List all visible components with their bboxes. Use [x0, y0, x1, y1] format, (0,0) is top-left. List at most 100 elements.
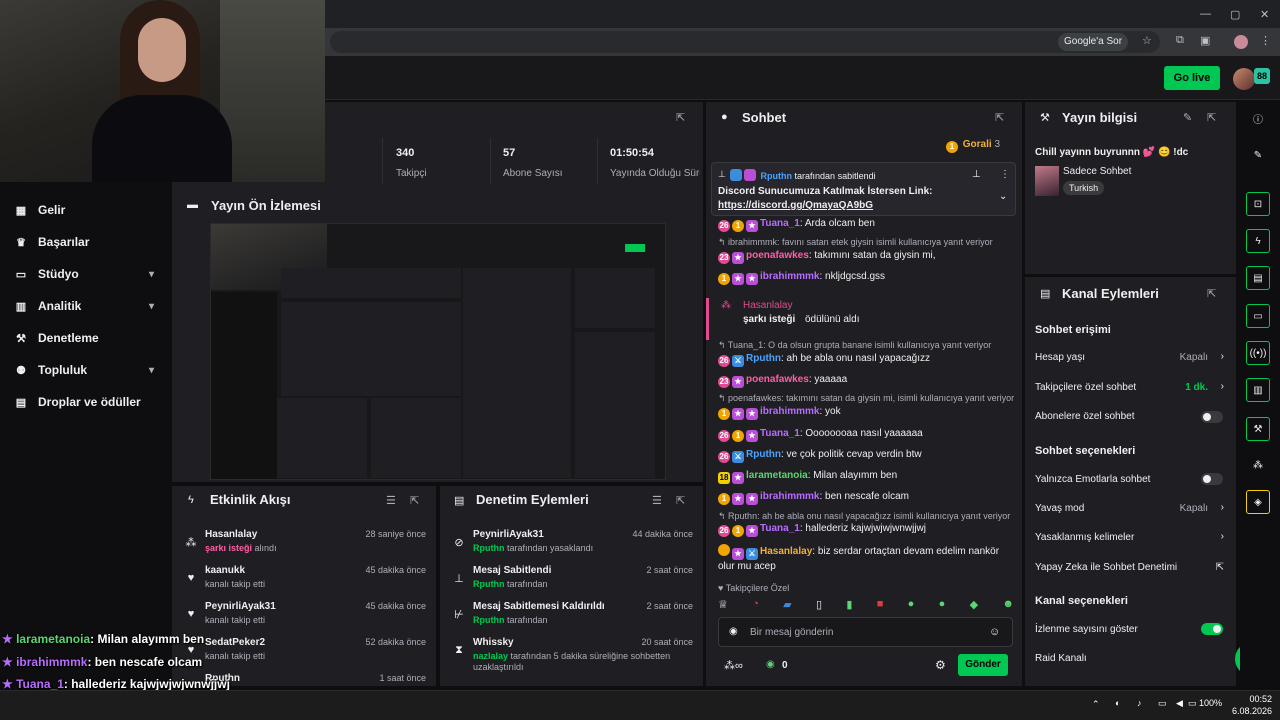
emote-car-icon[interactable]: ▰: [783, 598, 791, 612]
chat-username[interactable]: Tuana_1: [760, 428, 800, 439]
row-ai-mod[interactable]: Yapay Zeka ile Sohbet Denetimi ⇱: [1035, 562, 1226, 573]
puzzle-icon[interactable]: ▣: [1200, 34, 1210, 47]
channel-points-icon[interactable]: ⁂: [1246, 453, 1270, 477]
row-followers-only[interactable]: Takipçilere özel sohbet 1 dk. ›: [1035, 381, 1226, 393]
battery-indicator[interactable]: ▭ 100%: [1188, 698, 1222, 709]
chat-message[interactable]: 23 ★ poenafawkes: takımını satan da giysin…: [718, 249, 1014, 264]
popout-icon[interactable]: ⇱: [1207, 111, 1216, 124]
emote-crown-icon[interactable]: ♕: [718, 598, 728, 612]
popout-icon[interactable]: ⇱: [410, 494, 419, 507]
show-viewers-toggle[interactable]: [1201, 623, 1223, 635]
chat-username[interactable]: Tuana_1: [760, 523, 800, 534]
list-item[interactable]: ⧗ Whissky nazlalay tarafından 5 dakika s…: [440, 637, 703, 683]
filter-icon[interactable]: ☰: [386, 494, 396, 507]
category-name[interactable]: Sadece Sohbet: [1063, 166, 1131, 177]
popout-icon[interactable]: ⇱: [676, 494, 685, 507]
send-button[interactable]: Gönder: [958, 654, 1008, 676]
sidebar-item-analitik[interactable]: ▥ Analitik ▾: [14, 295, 164, 317]
diamond-icon[interactable]: ◈: [1246, 490, 1270, 514]
channel-points-icon[interactable]: ⁂∞: [724, 659, 743, 672]
list-item[interactable]: ♥ SedatPeker2 kanalı takip etti 52 dakik…: [172, 637, 436, 673]
minimize-icon[interactable]: —: [1200, 8, 1211, 20]
unpin-icon[interactable]: ⊥: [972, 169, 981, 180]
go-live-button[interactable]: Go live: [1164, 66, 1220, 90]
channel-points-redemption[interactable]: ⁂ Hasanlalay şarkı isteği ödülünü aldı: [706, 298, 1018, 340]
broadcast-icon[interactable]: ((•)): [1246, 341, 1270, 365]
chat-username[interactable]: Rputhn: [746, 353, 781, 364]
sidebar-item-studyo[interactable]: ▭ Stüdyo ▾: [14, 263, 164, 285]
system-clock[interactable]: 00:52 6.08.2026: [1232, 693, 1272, 717]
chat-message[interactable]: 26 1 ★ Tuana_1: Arda olcam ben: [718, 217, 1014, 232]
emote-bubble-icon[interactable]: ●: [939, 598, 946, 612]
chat-message[interactable]: 23 ★ poenafawkes: yaaaaa: [718, 373, 1014, 388]
info-icon[interactable]: ⓘ: [1246, 106, 1270, 130]
row-banned-words[interactable]: Yasaklanmış kelimeler ›: [1035, 531, 1226, 543]
sidebar-item-basarilar[interactable]: ♛ Başarılar: [14, 231, 164, 253]
volume-icon[interactable]: ◀: [1176, 698, 1183, 709]
extension-icon[interactable]: ⧉: [1176, 34, 1184, 47]
maximize-icon[interactable]: ▢: [1230, 8, 1240, 21]
emote-cup-icon[interactable]: ▮: [846, 598, 852, 612]
chat-bubble-icon[interactable]: ▭: [1246, 304, 1270, 328]
gear-icon[interactable]: ⚙: [935, 658, 946, 672]
edit-icon[interactable]: ✎: [1183, 111, 1192, 124]
row-slow-mode[interactable]: Yavaş mod Kapalı ›: [1035, 502, 1226, 514]
chevron-down-icon[interactable]: ⌄: [999, 191, 1007, 202]
more-options-icon[interactable]: ⋮: [1000, 169, 1010, 180]
chat-input[interactable]: ◉ Bir mesaj gönderin ☺: [718, 617, 1013, 647]
chat-message[interactable]: 1 ★ ★ ibrahimmmk: nkljdgcsd.gss: [718, 270, 1014, 285]
row-show-viewers[interactable]: İzlenme sayısını göster: [1035, 624, 1226, 635]
list-item[interactable]: ♥ PeynirliAyak31 kanalı takip etti 45 da…: [172, 601, 436, 637]
chevron-up-icon[interactable]: ⌃: [1092, 699, 1100, 710]
emote-gem-icon[interactable]: ◆: [970, 598, 978, 612]
chat-username[interactable]: larametanoia: [746, 470, 808, 481]
gorali-leaderboard[interactable]: 1 Gorali 3: [946, 139, 1000, 153]
sidebar-item-gelir[interactable]: ▦ Gelir: [14, 199, 164, 221]
close-window-icon[interactable]: ✕: [1260, 8, 1269, 21]
sidebar-item-denetleme[interactable]: ⚒ Denetleme: [14, 327, 164, 349]
pencil-icon[interactable]: ✎: [1246, 143, 1270, 167]
bookmark-star-icon[interactable]: ☆: [1142, 34, 1152, 47]
emote-only-toggle[interactable]: [1201, 473, 1223, 485]
chat-username[interactable]: ibrahimmmk: [760, 406, 819, 417]
chat-username[interactable]: Hasanlalay: [760, 546, 812, 557]
lightning-icon[interactable]: ϟ: [1246, 229, 1270, 253]
pinned-link[interactable]: https://discord.gg/QmayaQA9bG: [718, 200, 873, 211]
menu-kebab-icon[interactable]: ⋮: [1260, 34, 1271, 47]
emote-face-icon[interactable]: ☻: [1002, 598, 1014, 612]
chat-message[interactable]: 18 ★ larametanoia: Milan alayımm ben: [718, 469, 1014, 484]
chat-message[interactable]: 26 ⚔ Rputhn: ve çok politik cevap verdin b…: [718, 448, 1014, 463]
chat-message[interactable]: 26 ⚔ Rputhn: ah be abla onu nasıl yapacağı…: [718, 352, 1014, 367]
list-item[interactable]: ♥ kaanukk kanalı takip etti 45 dakika ön…: [172, 565, 436, 601]
list-item[interactable]: ⊥ Mesaj Sabitlendi Rputhn tarafından 2 s…: [440, 565, 703, 601]
filter-icon[interactable]: ☰: [652, 494, 662, 507]
google-ask-button[interactable]: Google'a Sor: [1058, 33, 1129, 51]
popout-icon[interactable]: ⇱: [995, 111, 1004, 124]
list-item[interactable]: ⊘ PeynirliAyak31 Rputhn tarafından yasak…: [440, 529, 703, 565]
chat-message[interactable]: 1 ★ ★ ibrahimmmk: yok: [718, 405, 1014, 420]
card-icon[interactable]: ▥: [1246, 378, 1270, 402]
bits-icon[interactable]: ◉: [729, 626, 738, 637]
chat-message[interactable]: ★ ⚔ Hasanlalay: biz serdar ortaçtan devam …: [718, 544, 1014, 574]
avatar[interactable]: [1233, 68, 1255, 90]
sidebar-item-droplar[interactable]: ▤ Droplar ve ödüller: [14, 391, 164, 413]
popout-icon[interactable]: ⇱: [676, 111, 685, 124]
chat-message[interactable]: 26 1 ★ Tuana_1: hallederiz kajwjwjwjwnwjjwj: [718, 522, 1014, 537]
row-emote-only[interactable]: Yalnızca Emotlarla sohbet: [1035, 474, 1226, 485]
chat-username[interactable]: ibrahimmmk: [760, 491, 819, 502]
pinned-message[interactable]: ⊥ Rputhn tarafından sabitlendi ⊥ ⋮ Disco…: [711, 162, 1016, 216]
row-raid[interactable]: Raid Kanalı: [1035, 653, 1226, 664]
chat-username[interactable]: ibrahimmmk: [760, 271, 819, 282]
chat-username[interactable]: Rputhn: [746, 449, 781, 460]
document-icon[interactable]: ▤: [1246, 266, 1270, 290]
wifi-icon[interactable]: ▭: [1158, 698, 1167, 709]
address-bar[interactable]: [330, 31, 1160, 53]
chat-username[interactable]: poenafawkes: [746, 250, 809, 261]
list-item[interactable]: ⁂ Hasanlalay şarkı isteği alındı 28 sani…: [172, 529, 436, 565]
subs-only-toggle[interactable]: [1201, 411, 1223, 423]
tag-pill[interactable]: Turkish: [1063, 181, 1105, 195]
stream-preview-video[interactable]: [210, 223, 666, 480]
chat-message[interactable]: 1 ★ ★ ibrahimmmk: ben nescafe olcam: [718, 490, 1014, 505]
mic-icon[interactable]: ♪: [1137, 698, 1142, 708]
chat-username[interactable]: Tuana_1: [760, 218, 800, 229]
